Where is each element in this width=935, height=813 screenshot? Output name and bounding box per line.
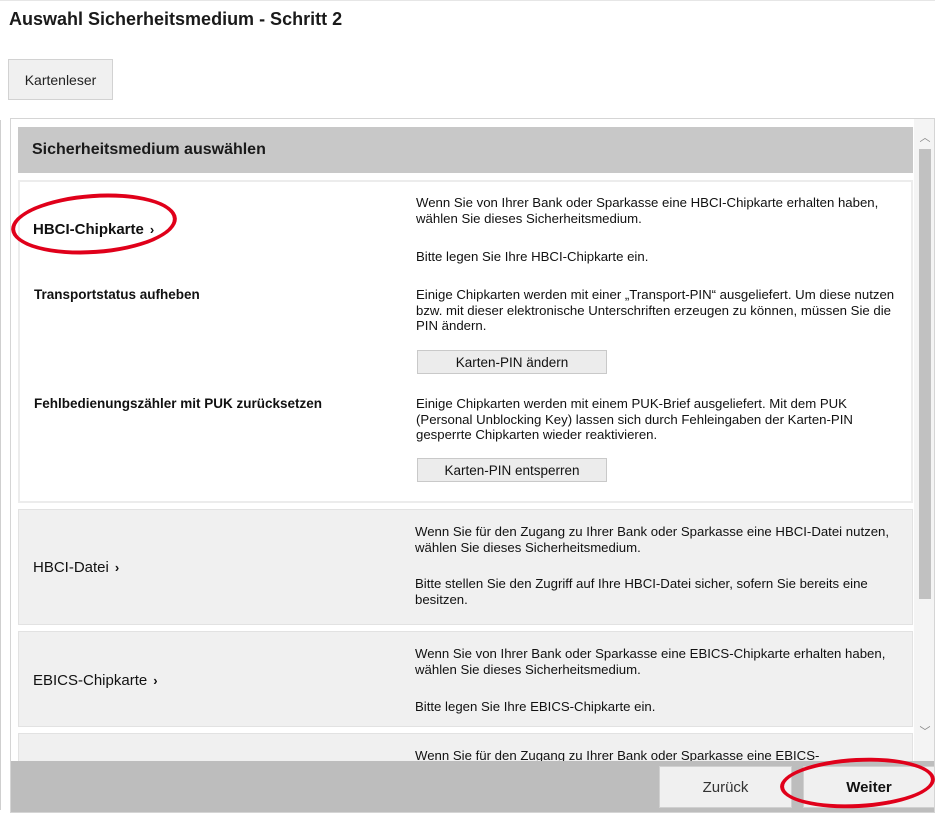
action-description-transport-status: Einige Chipkarten werden mit einer „Tran… [416, 287, 895, 333]
chevron-down-icon[interactable]: ﹀ [914, 723, 934, 739]
security-medium-panel: Sicherheitsmedium auswählen HBCI-Chipkar… [10, 118, 935, 813]
media-title-hbci-datei[interactable]: HBCI-Datei › [33, 559, 119, 576]
change-card-pin-button[interactable]: Karten-PIN ändern [417, 350, 607, 374]
media-title-label: EBICS-Chipkarte [33, 672, 148, 689]
chevron-right-icon: › [114, 560, 120, 575]
media-card-partial[interactable]: Wenn Sie für den Zugang zu Ihrer Bank od… [18, 733, 913, 761]
dialog-footer: Zurück Weiter [11, 761, 934, 812]
back-button[interactable]: Zurück [659, 766, 792, 808]
top-divider [0, 0, 935, 1]
media-card-hbci-chipkarte[interactable]: HBCI-Chipkarte › Wenn Sie von Ihrer Bank… [18, 180, 913, 503]
media-list: Sicherheitsmedium auswählen HBCI-Chipkar… [11, 119, 913, 761]
media-title-ebics-chipkarte[interactable]: EBICS-Chipkarte › [33, 672, 158, 689]
media-instruction: Bitte stellen Sie den Zugriff auf Ihre H… [415, 576, 868, 607]
next-button[interactable]: Weiter [803, 766, 934, 808]
action-label-reset-puk: Fehlbedienungszähler mit PUK zurücksetze… [34, 396, 323, 411]
media-card-ebics-chipkarte[interactable]: EBICS-Chipkarte › Wenn Sie von Ihrer Ban… [18, 631, 913, 727]
unlock-card-pin-button[interactable]: Karten-PIN entsperren [417, 458, 607, 482]
media-title-hbci-chipkarte[interactable]: HBCI-Chipkarte › [33, 221, 154, 238]
action-description-reset-puk: Einige Chipkarten werden mit einem PUK-B… [416, 396, 853, 442]
media-title-label: HBCI-Chipkarte [33, 221, 144, 238]
left-gutter-line [0, 120, 1, 810]
card-reader-button[interactable]: Kartenleser [8, 59, 113, 100]
chevron-right-icon: › [153, 673, 158, 688]
media-description: Wenn Sie für den Zugang zu Ihrer Bank od… [415, 748, 820, 761]
media-instruction: Bitte legen Sie Ihre EBICS-Chipkarte ein… [415, 699, 656, 714]
vertical-scrollbar[interactable]: ︿ ﹀ [914, 119, 934, 761]
media-title-label: HBCI-Datei [33, 559, 109, 576]
section-heading: Sicherheitsmedium auswählen [18, 127, 913, 173]
page-title: Auswahl Sicherheitsmedium - Schritt 2 [9, 9, 343, 29]
media-instruction: Bitte legen Sie Ihre HBCI-Chipkarte ein. [416, 249, 649, 264]
scrollbar-thumb[interactable] [919, 149, 931, 599]
media-description: Wenn Sie für den Zugang zu Ihrer Bank od… [415, 524, 890, 555]
chevron-up-icon[interactable]: ︿ [914, 129, 934, 145]
action-label-transport-status: Transportstatus aufheben [34, 287, 200, 302]
media-card-hbci-datei[interactable]: HBCI-Datei › Wenn Sie für den Zugang zu … [18, 509, 913, 625]
media-description: Wenn Sie von Ihrer Bank oder Sparkasse e… [415, 646, 886, 677]
media-description: Wenn Sie von Ihrer Bank oder Sparkasse e… [416, 195, 879, 226]
chevron-right-icon: › [149, 222, 155, 237]
